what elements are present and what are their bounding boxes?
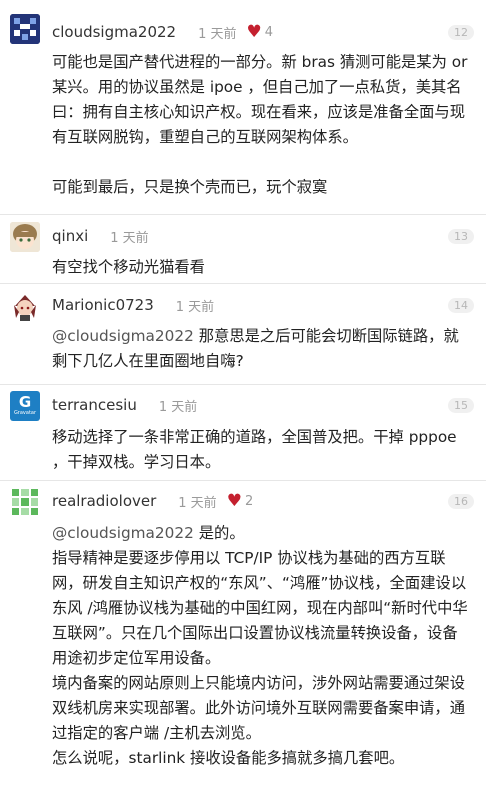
post-content: 移动选择了一条非常正确的道路，全国普及把。干掉 pppoe ，干掉双栈。学习日本… <box>52 425 468 475</box>
reply-post: cloudsigma2022 1 天前 ♥ 4 12 可能也是国产替代进程的一部… <box>0 0 486 215</box>
paragraph: 可能也是国产替代进程的一部分。新 bras 猜测可能是某为 or 某兴。用的协议… <box>52 53 468 146</box>
post-content: @cloudsigma2022 是的。 指导精神是要逐步停用以 TCP/IP 协… <box>52 521 468 771</box>
post-time[interactable]: 1 天前 <box>178 492 216 511</box>
username[interactable]: realradiolover <box>52 492 156 510</box>
like-number: 4 <box>264 24 274 40</box>
post-content: 可能也是国产替代进程的一部分。新 bras 猜测可能是某为 or 某兴。用的协议… <box>52 50 468 200</box>
user-mention-link[interactable]: @cloudsigma2022 <box>52 327 194 345</box>
gravatar-logo-icon: G <box>18 393 32 411</box>
post-time[interactable]: 1 天前 <box>176 296 214 315</box>
identicon-icon <box>10 14 40 44</box>
paragraph: @cloudsigma2022 那意思是之后可能会切断国际链路，就剩下几亿人在里… <box>52 324 468 374</box>
username[interactable]: Marionic0723 <box>52 296 154 314</box>
paragraph: 指导精神是要逐步停用以 TCP/IP 协议栈为基础的西方互联网，研发自主知识产权… <box>52 549 468 667</box>
reply-post: G Gravatar terrancesiu 1 天前 15 移动选择了一条非常… <box>0 385 486 481</box>
reply-number[interactable]: 14 <box>448 298 474 313</box>
user-mention-link[interactable]: @cloudsigma2022 <box>52 524 194 542</box>
avatar[interactable]: G Gravatar <box>10 391 40 421</box>
paragraph-text: 是的。 <box>193 524 245 542</box>
paragraph: 境内备案的网站原则上只能境内访问，涉外网站需要通过架设双线机房来实现部署。此外访… <box>52 674 466 742</box>
reply-post: Marionic0723 1 天前 14 @cloudsigma2022 那意思… <box>0 284 486 385</box>
paragraph: 怎么说呢，starlink 接收设备能多搞就多搞几套吧。 <box>52 749 405 767</box>
post-time[interactable]: 1 天前 <box>110 227 148 246</box>
username[interactable]: qinxi <box>52 227 88 245</box>
avatar[interactable] <box>10 14 40 44</box>
post-content: @cloudsigma2022 那意思是之后可能会切断国际链路，就剩下几亿人在里… <box>52 324 468 374</box>
reply-number[interactable]: 15 <box>448 398 474 413</box>
username[interactable]: terrancesiu <box>52 396 137 414</box>
heart-icon: ♥ <box>226 490 242 511</box>
reply-number[interactable]: 16 <box>448 494 474 509</box>
gravatar-label: Gravatar <box>13 410 37 416</box>
reply-post: realradiolover 1 天前 ♥ 2 16 @cloudsigma20… <box>0 481 486 801</box>
anime-avatar-icon <box>10 222 40 252</box>
reply-number[interactable]: 12 <box>448 25 474 40</box>
like-count[interactable]: ♥ 4 <box>246 21 274 42</box>
post-time[interactable]: 1 天前 <box>159 396 197 415</box>
paragraph: @cloudsigma2022 是的。 <box>52 521 468 546</box>
avatar[interactable] <box>10 292 40 322</box>
paragraph: 可能到最后，只是换个壳而已，玩个寂寞 <box>52 178 328 196</box>
avatar[interactable] <box>10 222 40 252</box>
paragraph: 有空找个移动光猫看看 <box>52 258 205 276</box>
paragraph: 移动选择了一条非常正确的道路，全国普及把。干掉 pppoe ，干掉双栈。学习日本… <box>52 428 457 471</box>
anime-avatar-icon <box>10 292 40 322</box>
reply-post: qinxi 1 天前 13 有空找个移动光猫看看 <box>0 215 486 284</box>
username[interactable]: cloudsigma2022 <box>52 23 176 41</box>
heart-icon: ♥ <box>246 21 262 42</box>
post-content: 有空找个移动光猫看看 <box>52 255 468 280</box>
reply-number[interactable]: 13 <box>448 229 474 244</box>
like-count[interactable]: ♥ 2 <box>226 490 254 511</box>
avatar[interactable] <box>10 487 40 517</box>
identicon-icon <box>10 487 40 517</box>
like-number: 2 <box>244 493 254 509</box>
post-time[interactable]: 1 天前 <box>198 23 236 42</box>
